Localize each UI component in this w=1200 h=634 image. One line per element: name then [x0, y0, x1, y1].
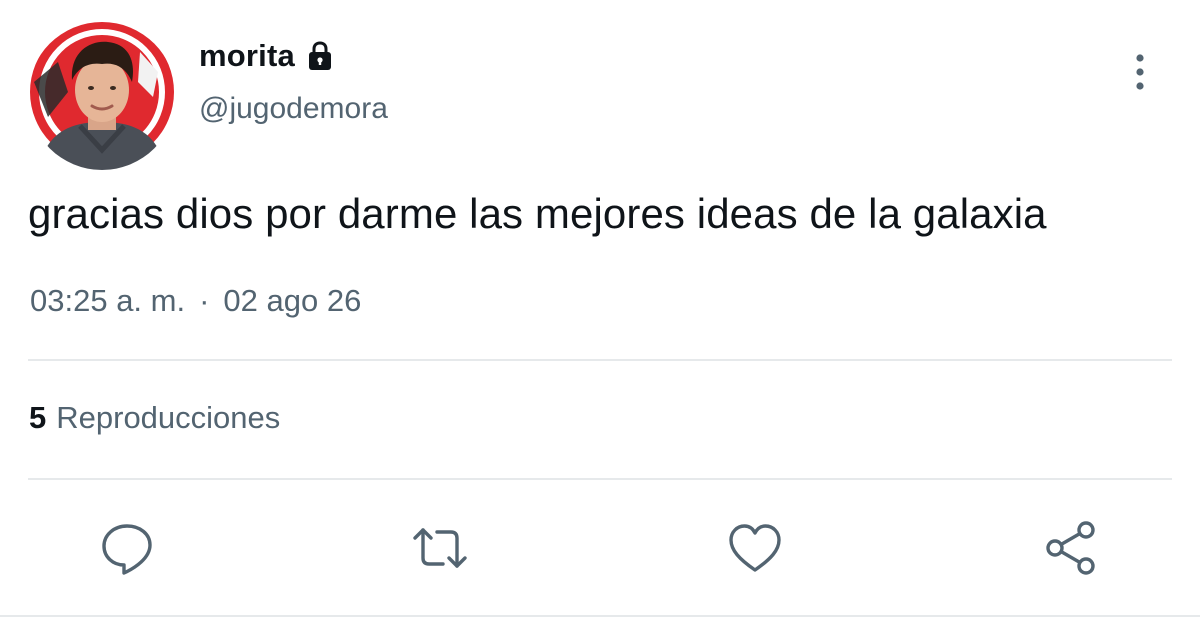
divider	[28, 478, 1172, 480]
author-handle[interactable]: @jugodemora	[199, 92, 388, 126]
author-display-name[interactable]: morita	[199, 38, 295, 74]
tweet-time[interactable]: 03:25 a. m.	[30, 283, 185, 319]
tweet-timestamp[interactable]: 03:25 a. m. · 02 ago 26	[30, 283, 361, 319]
author-name-row[interactable]: morita	[199, 34, 336, 78]
avatar[interactable]	[28, 22, 176, 170]
share-button[interactable]	[1041, 518, 1101, 578]
lock-icon	[304, 40, 336, 72]
reply-button[interactable]	[97, 518, 157, 578]
meta-separator: ·	[199, 283, 210, 318]
more-options-button[interactable]	[1124, 48, 1156, 96]
tweet-card: morita @jugodemora gracias dios por darm…	[0, 0, 1200, 634]
speech-bubble-icon	[102, 524, 152, 575]
retweet-button[interactable]	[410, 518, 470, 578]
avatar-image	[28, 22, 176, 170]
views-label: Reproducciones	[56, 400, 281, 435]
share-nodes-icon	[1046, 521, 1095, 575]
tweet-date[interactable]: 02 ago 26	[223, 283, 361, 319]
like-button[interactable]	[725, 518, 785, 578]
tweet-text: gracias dios por darme las mejores ideas…	[28, 190, 1047, 237]
views-count: 5	[29, 400, 47, 435]
divider	[0, 615, 1200, 617]
vertical-dots-icon	[1136, 54, 1144, 90]
heart-icon	[729, 524, 781, 572]
views-stat[interactable]: 5 Reproducciones	[29, 400, 280, 436]
retweet-arrows-icon	[413, 528, 467, 568]
divider	[28, 359, 1172, 361]
